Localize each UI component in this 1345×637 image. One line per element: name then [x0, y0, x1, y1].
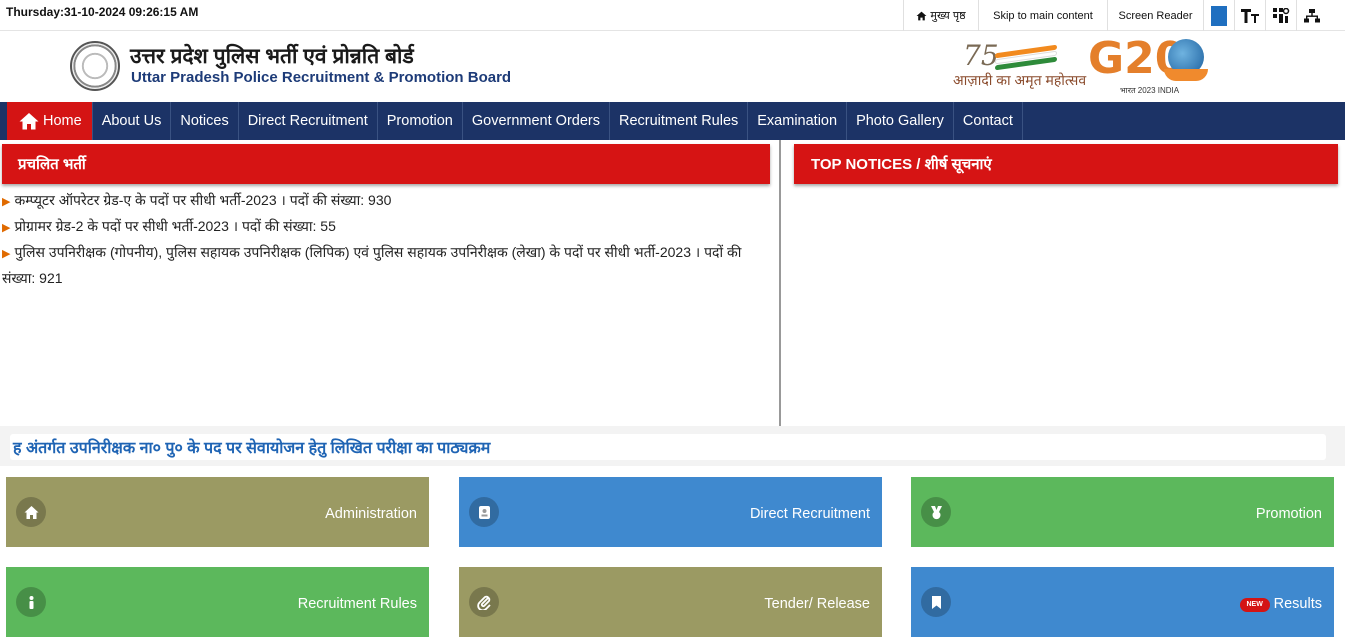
top-notices-heading: TOP NOTICES / शीर्ष सूचनाएं	[794, 144, 1338, 184]
nav-item-promotion[interactable]: Promotion	[378, 102, 463, 140]
arrow-right-icon: ▶	[2, 222, 11, 234]
nav-item-label: Notices	[180, 113, 229, 129]
tile-label-text: Tender/ Release	[764, 596, 870, 612]
vacancy-item[interactable]: ▶ पुलिस उपनिरीक्षक (गोपनीय), पुलिस सहायक …	[2, 240, 778, 290]
tile-label: Direct Recruitment	[750, 506, 870, 522]
text-size-button[interactable]	[1234, 0, 1265, 31]
azadi-ka-amrit-mahotsav-logo: 75 आज़ादी का अमृत महोत्सव	[953, 39, 1086, 95]
vacancy-item-text: पुलिस उपनिरीक्षक (गोपनीय), पुलिस सहायक उ…	[2, 244, 742, 286]
vacancy-item[interactable]: ▶ कम्प्यूटर ऑपरेटर ग्रेड-ए के पदों पर सीध…	[2, 188, 778, 214]
azadi-number: 75	[963, 39, 999, 72]
sitemap-button[interactable]	[1296, 0, 1327, 31]
g20-lotus-icon	[1164, 69, 1208, 81]
screen-reader-link[interactable]: Screen Reader	[1107, 0, 1203, 31]
arrow-right-icon: ▶	[2, 196, 11, 208]
site-header: उत्तर प्रदेश पुलिस भर्ती एवं प्रोन्नति ब…	[0, 31, 1345, 102]
content-panels: प्रचलित भर्ती ▶ कम्प्यूटर ऑपरेटर ग्रेड-ए …	[0, 140, 1345, 426]
current-vacancies-panel: प्रचलित भर्ती ▶ कम्प्यूटर ऑपरेटर ग्रेड-ए …	[0, 140, 781, 426]
tile-label: Recruitment Rules	[298, 596, 417, 612]
home-icon	[916, 11, 927, 20]
nav-item-label: Direct Recruitment	[247, 113, 368, 129]
tile-label: Tender/ Release	[764, 596, 870, 612]
nav-item-about-us[interactable]: About Us	[93, 102, 172, 140]
nav-item-label: About Us	[101, 113, 162, 129]
bookmark-icon	[921, 587, 951, 617]
nav-item-label: Photo Gallery	[856, 113, 944, 129]
tile-administration[interactable]: Administration	[6, 477, 429, 547]
azadi-flag-stripes	[995, 44, 1057, 71]
announcement-strip: ह अंतर्गत उपनिरीक्षक ना० पु० के पद पर से…	[0, 426, 1345, 466]
nav-item-label: Home	[43, 113, 82, 129]
vacancy-item-text: कम्प्यूटर ऑपरेटर ग्रेड-ए के पदों पर सीधी…	[14, 192, 392, 208]
text-size-icon	[1241, 8, 1259, 23]
nav-item-label: Recruitment Rules	[619, 113, 739, 129]
tile-direct-recruitment[interactable]: Direct Recruitment	[459, 477, 882, 547]
tile-label-text: Direct Recruitment	[749, 506, 870, 522]
main-nav-list: Home About Us Notices Direct Recruitment Pro…	[0, 102, 1345, 140]
utility-links: मुख्य पृष्ठ Skip to main content Screen …	[903, 0, 1327, 31]
top-notices-panel: TOP NOTICES / शीर्ष सूचनाएं	[783, 140, 1345, 426]
medal-icon	[921, 497, 951, 527]
nav-item-notices[interactable]: Notices	[171, 102, 239, 140]
tile-label-text: Promotion	[1255, 506, 1322, 522]
main-navigation: Home About Us Notices Direct Recruitment Pro…	[0, 102, 1345, 140]
nav-item-recruitment-rules[interactable]: Recruitment Rules	[610, 102, 749, 140]
theme-swatch	[1211, 5, 1227, 26]
nav-item-label: Promotion	[386, 113, 453, 129]
arrow-right-icon: ▶	[2, 248, 11, 260]
nav-item-label: Contact	[962, 113, 1013, 129]
nav-item-photo-gallery[interactable]: Photo Gallery	[847, 102, 954, 140]
tile-label-text: Recruitment Rules	[297, 596, 417, 612]
hindi-home-label: मुख्य पृष्ठ	[930, 10, 966, 22]
nav-item-label: Government Orders	[471, 113, 600, 129]
tile-label: Administration	[325, 506, 417, 522]
vacancy-item-text: प्रोग्रामर ग्रेड-2 के पदों पर सीधी भर्ती…	[14, 218, 336, 234]
current-vacancies-heading: प्रचलित भर्ती	[2, 144, 770, 184]
home-icon	[16, 497, 46, 527]
nav-item-direct-recruitment[interactable]: Direct Recruitment	[239, 102, 378, 140]
nav-item-label: Examination	[757, 113, 838, 129]
tile-label-text: Results	[1273, 596, 1322, 612]
azadi-text: आज़ादी का अमृत महोत्सव	[953, 72, 1087, 88]
board-emblem-logo[interactable]	[70, 41, 120, 91]
nav-item-home[interactable]: Home	[7, 102, 93, 140]
tile-tender-release[interactable]: Tender/ Release	[459, 567, 882, 637]
current-datetime: Thursday:31-10-2024 09:26:15 AM	[6, 5, 199, 19]
theme-color-button[interactable]	[1203, 0, 1234, 31]
accessibility-button[interactable]	[1265, 0, 1296, 31]
nav-item-government-orders[interactable]: Government Orders	[463, 102, 610, 140]
tile-results[interactable]: NEW Results	[911, 567, 1334, 637]
site-title-english: Uttar Pradesh Police Recruitment & Promo…	[131, 69, 512, 86]
nav-item-examination[interactable]: Examination	[748, 102, 848, 140]
tile-recruitment-rules[interactable]: Recruitment Rules	[6, 567, 429, 637]
g20-caption: भारत 2023 INDIA	[1120, 86, 1180, 95]
sitemap-icon	[1304, 8, 1320, 22]
accessibility-icon	[1272, 8, 1289, 23]
home-icon	[19, 112, 39, 130]
vacancy-item[interactable]: ▶ प्रोग्रामर ग्रेड-2 के पदों पर सीधी भर्त…	[2, 214, 778, 240]
info-icon	[16, 587, 46, 617]
hindi-home-link[interactable]: मुख्य पृष्ठ	[903, 0, 978, 31]
announcement-text[interactable]: ह अंतर्गत उपनिरीक्षक ना० पु० के पद पर से…	[13, 436, 490, 458]
skip-to-main-link[interactable]: Skip to main content	[978, 0, 1107, 31]
site-title-hindi: उत्तर प्रदेश पुलिस भर्ती एवं प्रोन्नति ब…	[130, 45, 414, 68]
tile-label-text: Administration	[325, 506, 417, 522]
tile-promotion[interactable]: Promotion	[911, 477, 1334, 547]
announcement-marquee[interactable]: ह अंतर्गत उपनिरीक्षक ना० पु० के पद पर से…	[10, 434, 1326, 460]
vacancy-list: ▶ कम्प्यूटर ऑपरेटर ग्रेड-ए के पदों पर सीध…	[2, 188, 778, 290]
nav-item-contact[interactable]: Contact	[954, 102, 1023, 140]
new-badge: NEW	[1239, 598, 1270, 612]
tile-label: Promotion	[1256, 506, 1322, 522]
paperclip-icon	[469, 587, 499, 617]
top-utility-bar: Thursday:31-10-2024 09:26:15 AM मुख्य पृ…	[0, 0, 1345, 31]
tile-label: NEW Results	[1239, 596, 1322, 612]
g20-logo: G20 भारत 2023 INDIA	[1088, 33, 1218, 99]
id-card-icon	[469, 497, 499, 527]
